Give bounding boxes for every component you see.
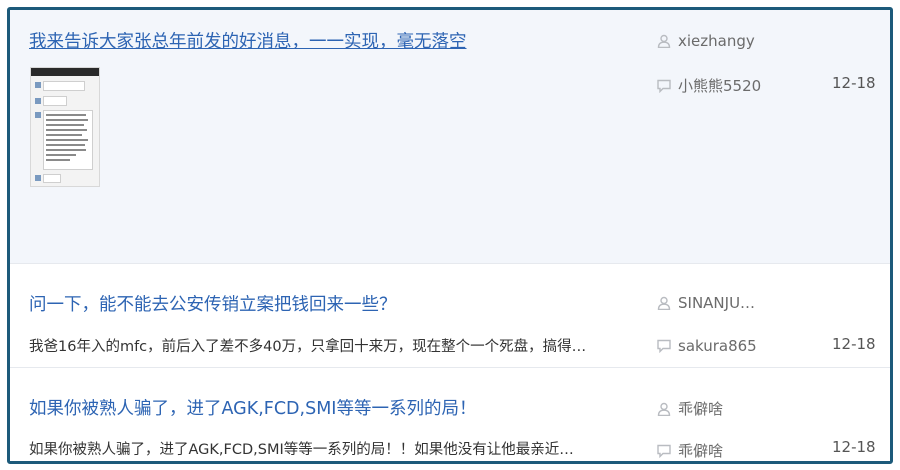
thread-author[interactable]: 乖僻啥 <box>657 398 723 419</box>
last-replier-name: 乖僻啥 <box>678 442 724 460</box>
comment-icon <box>657 444 671 458</box>
author-name: xiezhangy <box>678 32 755 50</box>
thread-item: 问一下，能不能去公安传销立案把钱回来一些？ 我爸16年入的mfc，前后入了差不多… <box>10 264 890 368</box>
user-icon <box>657 34 671 48</box>
thread-date: 12-18 <box>832 335 876 353</box>
comment-icon <box>657 79 671 93</box>
author-name: 乖僻啥 <box>678 400 724 418</box>
thread-last-reply[interactable]: sakura865 <box>657 337 757 355</box>
thread-title-link[interactable]: 如果你被熟人骗了，进了AGK,FCD,SMI等等一系列的局！ <box>29 395 476 420</box>
thread-author[interactable]: SINANJU… <box>657 294 755 312</box>
last-replier-name: sakura865 <box>678 337 757 355</box>
thread-date: 12-18 <box>832 74 876 92</box>
thread-author[interactable]: xiezhangy <box>657 32 755 50</box>
thread-last-reply[interactable]: 小熊熊5520 <box>657 75 761 96</box>
last-replier-name: 小熊熊5520 <box>678 77 762 95</box>
thread-date: 12-18 <box>832 438 876 456</box>
author-name: SINANJU… <box>678 294 756 312</box>
thread-title-link[interactable]: 问一下，能不能去公安传销立案把钱回来一些？ <box>29 291 397 316</box>
comment-icon <box>657 339 671 353</box>
thread-list: 我来告诉大家张总年前发的好消息，一一实现，毫无落空 xiezhangy 小熊熊5… <box>7 7 893 464</box>
thread-last-reply[interactable]: 乖僻啥 <box>657 440 723 461</box>
user-icon <box>657 402 671 416</box>
thread-title-link[interactable]: 我来告诉大家张总年前发的好消息，一一实现，毫无落空 <box>29 28 467 53</box>
thread-excerpt: 我爸16年入的mfc，前后入了差不多40万，只拿回十来万，现在整个一个死盘，搞得… <box>29 339 587 355</box>
thread-item: 我来告诉大家张总年前发的好消息，一一实现，毫无落空 xiezhangy 小熊熊5… <box>10 10 890 264</box>
thread-thumbnail-image[interactable] <box>30 67 100 187</box>
thread-excerpt: 如果你被熟人骗了，进了AGK,FCD,SMI等等一系列的局！！如果他没有让他最亲… <box>29 442 574 458</box>
thread-item: 如果你被熟人骗了，进了AGK,FCD,SMI等等一系列的局！ 如果你被熟人骗了，… <box>10 368 890 461</box>
user-icon <box>657 296 671 310</box>
